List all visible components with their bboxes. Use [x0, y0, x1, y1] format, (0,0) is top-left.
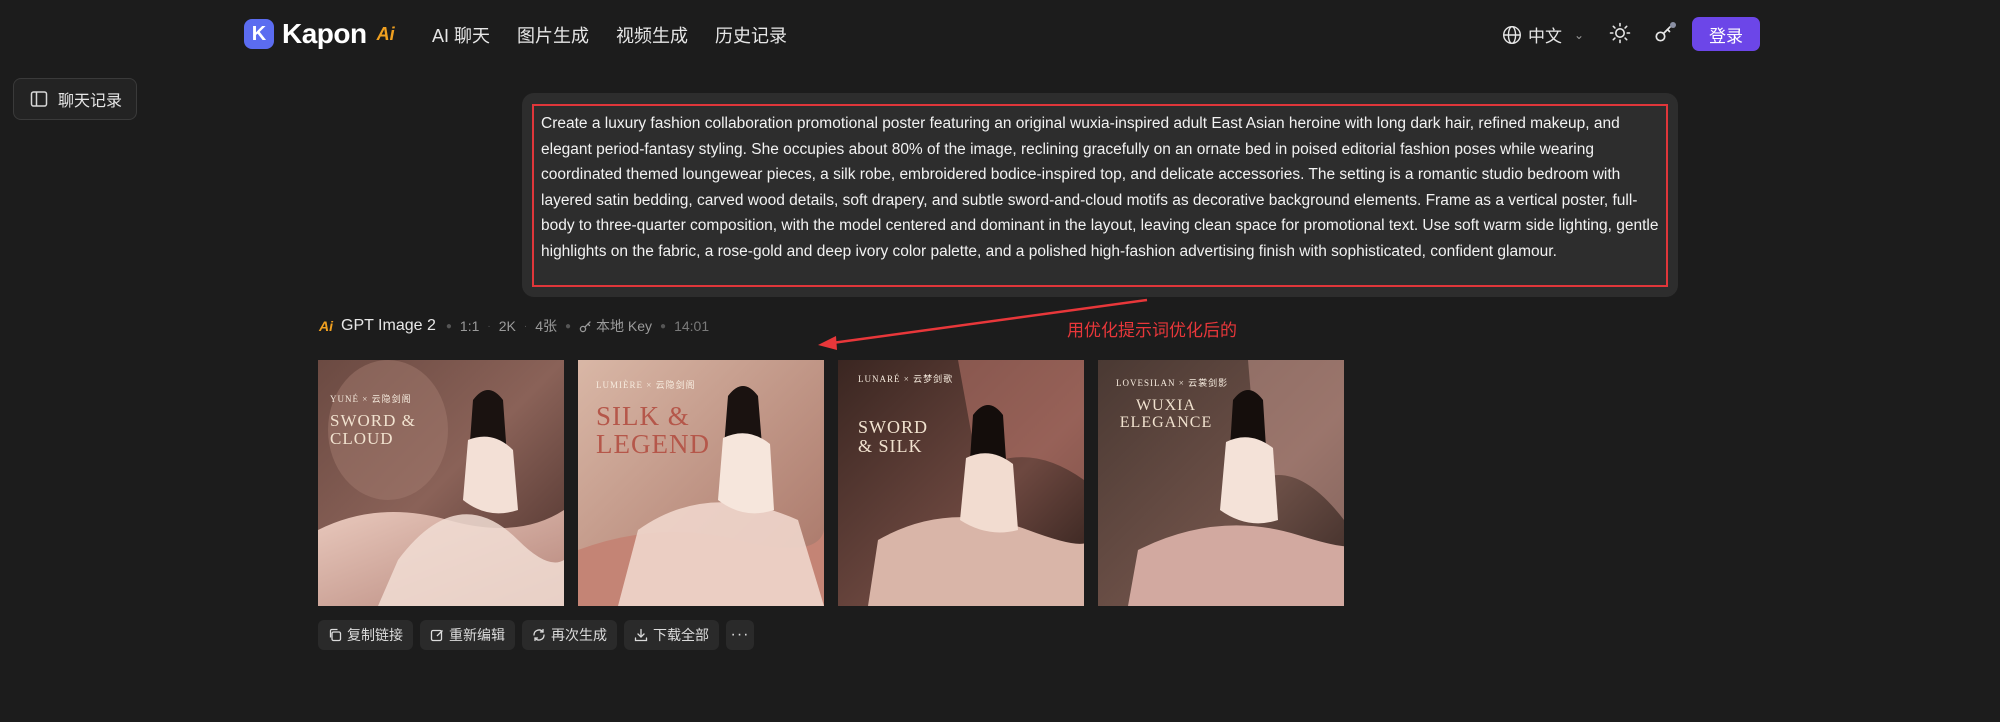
- main-nav: AI 聊天 图片生成 视频生成 历史记录: [432, 22, 787, 48]
- logo-ai-badge: Ai: [376, 23, 395, 44]
- separator-dot: ●: [445, 320, 452, 332]
- nav-image-gen[interactable]: 图片生成: [517, 22, 589, 48]
- timestamp: 14:01: [674, 318, 710, 334]
- key-source: 本地 Key: [579, 316, 652, 336]
- poster-artwork: [838, 360, 1084, 606]
- image-count: 4张: [535, 318, 557, 334]
- poster-title: SWORD & SILK: [858, 417, 929, 456]
- generated-image-2[interactable]: LUMIÈRE × 云隐剑阁 SILK & LEGEND: [578, 360, 824, 606]
- aspect-ratio: 1:1: [459, 318, 480, 334]
- model-name: GPT Image 2: [341, 317, 436, 334]
- nav-video-gen[interactable]: 视频生成: [616, 22, 688, 48]
- nav-history[interactable]: 历史记录: [715, 22, 787, 48]
- copy-link-button[interactable]: 复制链接: [318, 620, 413, 650]
- ai-badge: Ai: [319, 318, 333, 334]
- more-options-button[interactable]: ···: [726, 620, 754, 650]
- download-all-button[interactable]: 下载全部: [624, 620, 719, 650]
- user-prompt-bubble: Create a luxury fashion collaboration pr…: [522, 93, 1678, 297]
- language-selector[interactable]: 中文 ⌄: [1502, 22, 1584, 47]
- separator-dot: ·: [523, 320, 528, 332]
- image-actions: 复制链接 重新编辑 再次生成 下载全部 ···: [318, 620, 754, 650]
- separator-dot: ●: [660, 320, 667, 332]
- poster-artwork: [1098, 360, 1344, 606]
- nav-ai-chat[interactable]: AI 聊天: [432, 22, 490, 48]
- globe-icon: [1502, 25, 1522, 44]
- download-icon: [634, 628, 648, 642]
- sidebar-panel-icon: [30, 91, 48, 107]
- regenerate-button[interactable]: 再次生成: [522, 620, 617, 650]
- poster-title: SILK & LEGEND: [596, 401, 710, 460]
- sun-icon: [1609, 22, 1631, 44]
- poster-brand: LOVESILAN × 云裳剑影: [1116, 378, 1229, 388]
- generated-image-1[interactable]: YUNÉ × 云隐剑阁 SWORD & CLOUD: [318, 360, 564, 606]
- generation-meta: Ai GPT Image 2 ● 1:1 · 2K · 4张 ● 本地 Key …: [319, 315, 709, 337]
- poster-brand: LUMIÈRE × 云隐剑阁: [596, 380, 696, 390]
- theme-toggle-button[interactable]: [1608, 21, 1632, 45]
- generated-image-4[interactable]: LOVESILAN × 云裳剑影 WUXIA ELEGANCE: [1098, 360, 1344, 606]
- re-edit-label: 重新编辑: [449, 627, 505, 643]
- download-all-label: 下载全部: [653, 627, 709, 643]
- key-icon: [1655, 22, 1676, 42]
- logo-text: Kapon: [282, 18, 367, 49]
- api-key-button[interactable]: [1652, 20, 1678, 46]
- separator-dot: ●: [564, 320, 572, 332]
- poster-brand: YUNÉ × 云隐剑阁: [330, 394, 412, 404]
- logo-mark-icon: K: [244, 19, 274, 49]
- edit-icon: [430, 629, 443, 642]
- chat-history-label: 聊天记录: [58, 93, 123, 110]
- poster-artwork: [578, 360, 824, 606]
- poster-title: WUXIA ELEGANCE: [1119, 397, 1213, 431]
- separator-dot: ·: [487, 320, 491, 332]
- poster-brand: LUNARÉ × 云梦剑歌: [858, 374, 954, 384]
- poster-title: SWORD & CLOUD: [330, 411, 416, 448]
- annotation-text: 用优化提示词优化后的: [1067, 321, 1237, 340]
- generated-image-3[interactable]: LUNARÉ × 云梦剑歌 SWORD & SILK: [838, 360, 1084, 606]
- key-source-label: 本地 Key: [596, 318, 653, 334]
- refresh-icon: [533, 628, 545, 642]
- key-small-icon: [579, 320, 591, 332]
- chevron-down-icon: ⌄: [1574, 27, 1585, 42]
- re-edit-button[interactable]: 重新编辑: [420, 620, 515, 650]
- login-button[interactable]: 登录: [1692, 17, 1760, 51]
- logo[interactable]: K Kapon Ai: [244, 17, 395, 51]
- prompt-text: Create a luxury fashion collaboration pr…: [532, 104, 1668, 287]
- language-label: 中文: [1528, 27, 1562, 46]
- chat-history-button[interactable]: 聊天记录: [13, 78, 137, 120]
- top-navbar: K Kapon Ai AI 聊天 图片生成 视频生成 历史记录 中文 ⌄ 登录: [0, 0, 2000, 68]
- copy-link-label: 复制链接: [347, 627, 403, 643]
- resolution: 2K: [498, 318, 516, 334]
- copy-icon: [329, 628, 342, 642]
- regenerate-label: 再次生成: [551, 627, 607, 643]
